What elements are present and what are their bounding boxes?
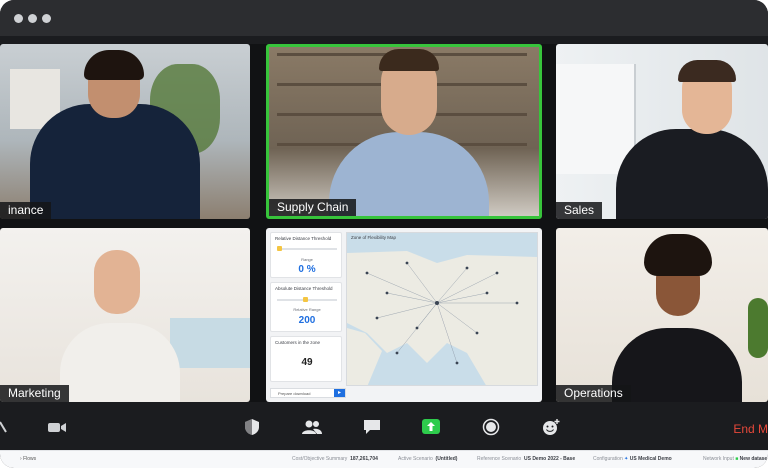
- record-icon[interactable]: [480, 418, 502, 436]
- config-value: US Medical Demo: [629, 456, 672, 462]
- window-minimize-dot[interactable]: [28, 14, 37, 23]
- security-shield-icon[interactable]: [241, 418, 263, 436]
- map-title: Zone of Flexibility Map: [351, 235, 397, 240]
- download-button[interactable]: ▸: [334, 389, 345, 397]
- participant-tile-marketing[interactable]: Marketing: [0, 228, 250, 402]
- network-label: Network Input: [703, 456, 734, 462]
- card-title: Relative Distance Threshold: [275, 236, 332, 241]
- relative-distance-card: Relative Distance Threshold Range 0 %: [270, 232, 342, 278]
- cost-label: Cost/Objective Summary: [292, 456, 348, 462]
- participant-tile-operations[interactable]: Operations: [556, 228, 768, 402]
- flexibility-map[interactable]: Zone of Flexibility Map: [346, 232, 538, 386]
- meeting-toolbar: End M: [0, 406, 768, 450]
- video-call-window: inance Supply Chain Sales Marketing Rela…: [0, 0, 768, 468]
- europe-map-graphic: [347, 251, 537, 385]
- participant-grid: inance Supply Chain Sales Marketing Rela…: [0, 44, 768, 402]
- cost-value: 187,261,704: [350, 456, 378, 462]
- gear-icon: ✦: [624, 456, 629, 462]
- customers-card: Customers in the zone 49: [270, 336, 342, 382]
- share-screen-icon[interactable]: [420, 418, 442, 436]
- absolute-distance-card: Absolute Distance Threshold Relative Ran…: [270, 282, 342, 332]
- absolute-distance-slider[interactable]: [277, 297, 337, 302]
- network-value: New datase: [739, 456, 768, 462]
- reference-value: US Demo 2022 - Base: [523, 456, 576, 462]
- participant-name: Supply Chain: [269, 199, 357, 216]
- cost-summary: Cost/Objective Summary 187,261,704: [292, 456, 378, 462]
- chat-icon[interactable]: [361, 418, 383, 436]
- participants-icon[interactable]: [301, 418, 323, 436]
- configuration[interactable]: Configuration ✦ US Medical Demo: [593, 456, 672, 462]
- participant-video: [616, 129, 768, 219]
- flows-label: Flows: [23, 456, 37, 462]
- participant-video: [60, 323, 180, 402]
- end-meeting-button[interactable]: End M: [733, 422, 768, 436]
- reference-scenario[interactable]: Reference Scenario US Demo 2022 - Base: [477, 456, 575, 462]
- card-value: 200: [298, 315, 316, 326]
- participant-name: Operations: [556, 385, 631, 402]
- reference-label: Reference Scenario: [477, 456, 522, 462]
- participant-tile-finance[interactable]: inance: [0, 44, 250, 219]
- card-title: Customers in the zone: [275, 340, 321, 345]
- window-titlebar: [0, 0, 768, 36]
- prepare-download-field[interactable]: Prepare download ▸: [270, 388, 346, 398]
- config-label: Configuration: [593, 456, 623, 462]
- participant-name: inance: [0, 202, 52, 219]
- active-label: Active Scenario: [398, 456, 433, 462]
- active-scenario[interactable]: Active Scenario (Untitled): [398, 456, 457, 462]
- relative-distance-slider[interactable]: [277, 246, 337, 251]
- participant-video: [30, 104, 200, 219]
- card-value: 0 %: [298, 264, 316, 275]
- network-input[interactable]: Network Input ■ New datase: [703, 456, 767, 462]
- card-sub: Relative Range: [293, 307, 321, 312]
- card-value: 49: [301, 357, 313, 368]
- participant-name: Sales: [556, 202, 603, 219]
- download-label: Prepare download: [278, 391, 311, 396]
- participant-tile-supply-chain[interactable]: Supply Chain: [266, 44, 542, 219]
- window-close-dot[interactable]: [14, 14, 23, 23]
- participant-name: Marketing: [0, 385, 69, 402]
- video-icon[interactable]: [46, 418, 68, 436]
- window-maximize-dot[interactable]: [42, 14, 51, 23]
- participant-tile-sales[interactable]: Sales: [556, 44, 768, 219]
- reactions-icon[interactable]: [540, 418, 562, 436]
- shared-screen-dashboard[interactable]: Relative Distance Threshold Range 0 % Ab…: [266, 228, 542, 402]
- card-sub: Range: [301, 257, 313, 262]
- card-title: Absolute Distance Threshold: [275, 286, 333, 291]
- dashboard-cards: Relative Distance Threshold Range 0 % Ab…: [270, 232, 342, 382]
- active-value: (Untitled): [435, 456, 458, 462]
- mute-icon[interactable]: [0, 418, 22, 436]
- flows-tab[interactable]: › Flows: [20, 456, 36, 462]
- app-status-bar: › Flows Cost/Objective Summary 187,261,7…: [0, 450, 768, 468]
- dataset-icon: ■: [735, 456, 739, 462]
